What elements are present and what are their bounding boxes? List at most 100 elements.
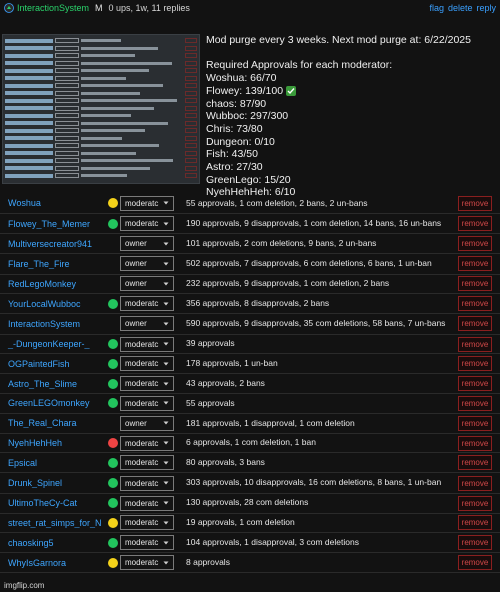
moderator-name-link[interactable]: UltimoTheCy-Cat [0, 498, 105, 508]
role-select-value: moderatc [125, 478, 159, 488]
remove-button[interactable]: remove [458, 276, 492, 292]
status-cell [105, 438, 120, 449]
role-select[interactable]: owner [120, 415, 174, 431]
role-select[interactable]: owner [120, 236, 174, 252]
moderator-name-link[interactable]: InteractionSystem [0, 319, 105, 329]
status-dot-icon [107, 378, 118, 389]
moderator-name-link[interactable]: Epsical [0, 458, 105, 468]
chevron-down-icon [163, 500, 169, 506]
moderator-name-link[interactable]: Drunk_Spinel [0, 478, 105, 488]
thumbnail-row [5, 165, 197, 173]
remove-button[interactable]: remove [458, 336, 492, 352]
role-select[interactable]: moderatc [120, 395, 174, 411]
moderator-name-link[interactable]: OGPaintedFish [0, 359, 105, 369]
remove-button[interactable]: remove [458, 535, 492, 551]
moderator-name-link[interactable]: street_rat_simps_for_N [0, 518, 105, 528]
approval-line-greenlego: GreenLego: 15/20 [206, 173, 291, 186]
role-select-value: moderatc [125, 538, 159, 548]
role-select[interactable]: moderatc [120, 435, 174, 451]
role-select-value: moderatc [125, 458, 159, 468]
chevron-down-icon [163, 480, 169, 486]
role-select[interactable]: moderatc [120, 555, 174, 571]
role-select[interactable]: owner [120, 316, 174, 332]
remove-button[interactable]: remove [458, 515, 492, 531]
moderator-name-link[interactable]: RedLegoMonkey [0, 279, 105, 289]
moderator-name-link[interactable]: The_Real_Chara [0, 418, 105, 428]
moderator-stats: 104 approvals, 1 disapproval, 3 com dele… [186, 537, 359, 547]
remove-button[interactable]: remove [458, 376, 492, 392]
role-select-value: moderatc [125, 498, 159, 508]
status-cell [105, 537, 120, 548]
role-select[interactable]: moderatc [120, 455, 174, 471]
role-select[interactable]: moderatc [120, 195, 174, 211]
remove-button[interactable]: remove [458, 356, 492, 372]
thumbnail-row [5, 37, 197, 45]
mod-purge-info: Mod purge every 3 weeks. Next mod purge … [206, 34, 496, 199]
moderator-name-link[interactable]: GreenLEGOmonkey [0, 398, 105, 408]
comment-header: InteractionSystem M 0 ups, 1w, 11 replie… [0, 0, 500, 16]
role-select[interactable]: owner [120, 276, 174, 292]
comment-author-link[interactable]: InteractionSystem [17, 3, 89, 13]
table-row: Flare_The_Fire owner 502 approvals, 7 disa… [0, 254, 500, 275]
moderator-name-link[interactable]: chaosking5 [0, 538, 105, 548]
status-dot-icon [107, 198, 118, 209]
moderator-name-link[interactable]: Woshua [0, 198, 105, 208]
remove-button[interactable]: remove [458, 555, 492, 571]
flag-link[interactable]: flag [429, 3, 444, 13]
remove-button[interactable]: remove [458, 415, 492, 431]
remove-button[interactable]: remove [458, 395, 492, 411]
role-select[interactable]: moderatc [120, 216, 174, 232]
chevron-down-icon [163, 381, 169, 387]
role-select-value: owner [125, 319, 147, 329]
chevron-down-icon [163, 400, 169, 406]
moderator-name-link[interactable]: Multiversecreator941 [0, 239, 105, 249]
remove-button[interactable]: remove [458, 495, 492, 511]
moderator-stats: 502 approvals, 7 disapprovals, 6 com del… [186, 258, 432, 269]
remove-button[interactable]: remove [458, 256, 492, 272]
moderator-name-link[interactable]: Flowey_The_Memer [0, 219, 105, 229]
role-select[interactable]: moderatc [120, 376, 174, 392]
role-select[interactable]: moderatc [120, 356, 174, 372]
role-select[interactable]: moderatc [120, 515, 174, 531]
remove-button[interactable]: remove [458, 296, 492, 312]
remove-button[interactable]: remove [458, 475, 492, 491]
status-cell [105, 298, 120, 309]
remove-button[interactable]: remove [458, 455, 492, 471]
table-row: OGPaintedFish moderatc 178 approvals, 1 un… [0, 354, 500, 375]
role-select[interactable]: moderatc [120, 336, 174, 352]
moderator-name-link[interactable]: _-DungeonKeeper-_ [0, 339, 105, 349]
role-select-value: owner [125, 279, 147, 289]
moderator-stats: 39 approvals [186, 338, 235, 349]
role-select[interactable]: moderatc [120, 475, 174, 491]
moderator-name-link[interactable]: WhyIsGarnora [0, 558, 105, 568]
remove-button[interactable]: remove [458, 216, 492, 232]
role-select[interactable]: owner [120, 256, 174, 272]
moderator-stats: 55 approvals [186, 397, 235, 408]
reply-link[interactable]: reply [476, 3, 496, 13]
table-row: InteractionSystem owner 590 approvals, 9 d… [0, 314, 500, 335]
moderator-name-link[interactable]: Astro_The_Slime [0, 379, 105, 389]
remove-button[interactable]: remove [458, 316, 492, 332]
thumbnail-row [5, 120, 197, 128]
approval-line-wubboc: Wubboc: 297/300 [206, 110, 289, 123]
attached-screenshot-thumbnail[interactable] [2, 34, 200, 184]
role-select[interactable]: moderatc [120, 296, 174, 312]
chevron-down-icon [163, 540, 169, 546]
thumbnail-row [5, 105, 197, 113]
remove-button[interactable]: remove [458, 236, 492, 252]
moderator-stats: 101 approvals, 2 com deletions, 9 bans, … [186, 237, 377, 248]
thumbnail-row [5, 112, 197, 120]
approval-line-chris: Chris: 73/80 [206, 122, 263, 135]
role-select[interactable]: moderatc [120, 495, 174, 511]
remove-button[interactable]: remove [458, 195, 492, 211]
moderator-name-link[interactable]: NyehHehHeh [0, 438, 105, 448]
moderator-name-link[interactable]: Flare_The_Fire [0, 259, 105, 269]
moderator-table: Woshua moderatc 55 approvals, 1 com deleti… [0, 194, 500, 573]
delete-link[interactable]: delete [448, 3, 473, 13]
role-select[interactable]: moderatc [120, 535, 174, 551]
remove-button[interactable]: remove [458, 435, 492, 451]
moderator-name-link[interactable]: YourLocalWubboc [0, 299, 105, 309]
role-select-value: moderatc [125, 558, 159, 568]
table-row: Woshua moderatc 55 approvals, 1 com deleti… [0, 194, 500, 214]
status-dot-icon [107, 517, 118, 528]
